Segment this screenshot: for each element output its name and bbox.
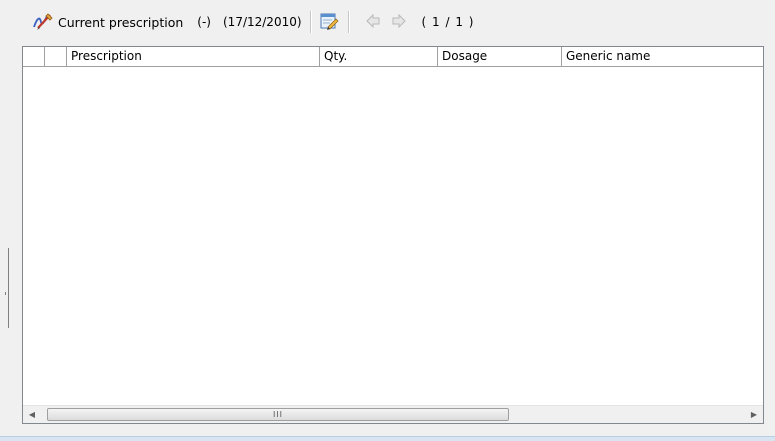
edit-button[interactable] (318, 11, 340, 33)
previous-button[interactable] (364, 12, 382, 32)
bottom-border (0, 436, 775, 441)
scroll-left-icon: ◀ (28, 410, 36, 419)
arrow-left-icon (365, 13, 380, 31)
header-status-column[interactable] (45, 47, 67, 66)
scroll-left-button[interactable]: ◀ (23, 406, 41, 423)
grid-header: Prescription Qty. Dosage Generic name (23, 47, 763, 67)
scrollbar-grip: III (272, 410, 284, 419)
prescription-grid[interactable]: Prescription Qty. Dosage Generic name ◀ … (22, 46, 764, 424)
toolbar-separator-2 (347, 11, 350, 33)
toolbar-separator (309, 11, 312, 33)
header-dosage[interactable]: Dosage (438, 47, 562, 66)
arrow-right-icon (392, 13, 406, 31)
prescription-pen-icon (32, 11, 54, 33)
edit-note-icon (319, 11, 339, 34)
page-indicator: ( 1 / 1 ) (421, 15, 475, 29)
next-button[interactable] (390, 12, 408, 32)
toolbar: Current prescription (-) (17/12/2010) (… (22, 8, 762, 36)
left-border-mark (5, 292, 6, 295)
panel-title: Current prescription (58, 14, 184, 30)
header-generic-name[interactable]: Generic name (562, 47, 763, 66)
scroll-right-button[interactable]: ▶ (745, 406, 763, 423)
prescription-panel: Current prescription (-) (17/12/2010) (… (0, 0, 775, 441)
left-border-line (8, 248, 9, 328)
status-indicator: (-) (197, 15, 211, 29)
header-prescription[interactable]: Prescription (67, 47, 320, 66)
scrollbar-thumb[interactable]: III (47, 408, 509, 421)
header-qty[interactable]: Qty. (320, 47, 438, 66)
header-selector-column[interactable] (23, 47, 45, 66)
horizontal-scrollbar[interactable]: ◀ III ▶ (23, 405, 763, 423)
prescription-date: (17/12/2010) (223, 15, 302, 29)
scroll-right-icon: ▶ (750, 410, 758, 419)
